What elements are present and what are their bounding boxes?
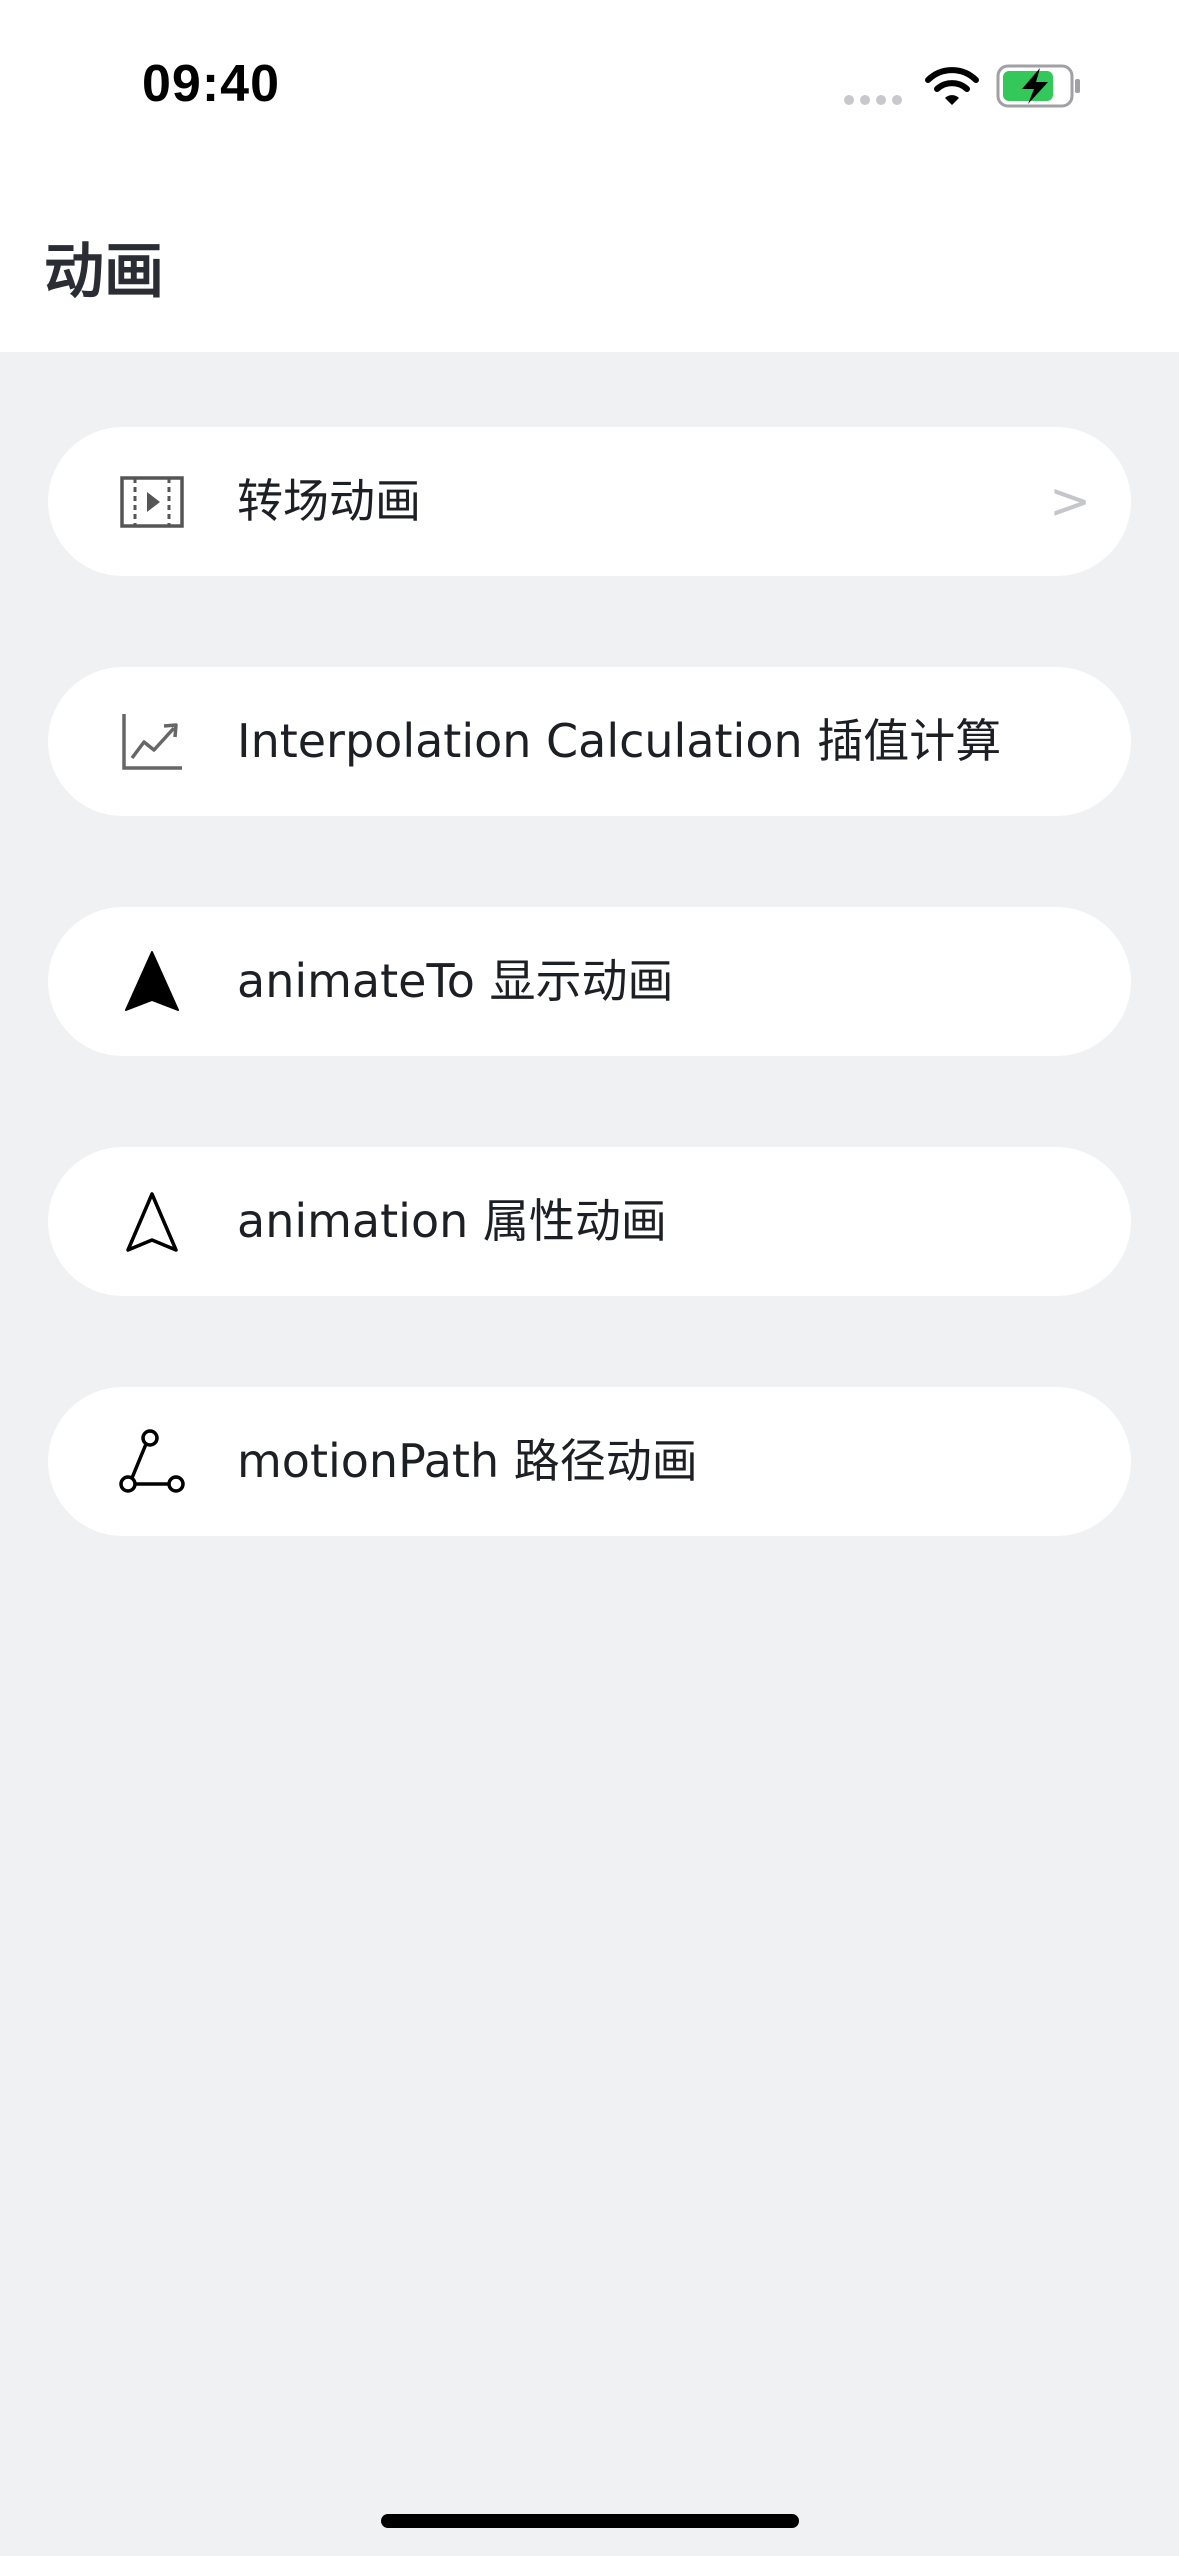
chevron-right-icon: > (1049, 472, 1091, 530)
menu-item-interpolation-calculation[interactable]: Interpolation Calculation 插值计算 (48, 667, 1131, 816)
status-bar: 09:40 (0, 0, 1179, 175)
home-indicator[interactable] (381, 2514, 799, 2528)
wifi-icon (925, 67, 979, 105)
cellular-signal-icon (844, 95, 902, 105)
menu-item-label: Interpolation Calculation 插值计算 (237, 714, 1002, 768)
animation-menu-list: 转场动画 > Interpolation Calculation 插值计算 an… (48, 427, 1131, 1627)
menu-item-property-animation[interactable]: animation 属性动画 (48, 1147, 1131, 1296)
menu-item-motion-path[interactable]: motionPath 路径动画 (48, 1387, 1131, 1536)
menu-item-label: animation 属性动画 (237, 1194, 667, 1248)
menu-item-label: animateTo 显示动画 (237, 954, 674, 1008)
navigation-arrow-outline-icon (126, 1192, 178, 1252)
nav-header: 动画 (0, 175, 1179, 352)
page-title: 动画 (44, 237, 164, 307)
film-play-icon (120, 476, 184, 528)
menu-item-animateto[interactable]: animateTo 显示动画 (48, 907, 1131, 1056)
line-chart-icon (122, 714, 182, 770)
battery-charging-icon (996, 64, 1080, 108)
menu-item-label: motionPath 路径动画 (237, 1434, 698, 1488)
status-time: 09:40 (142, 55, 280, 113)
menu-item-transition-animation[interactable]: 转场动画 > (48, 427, 1131, 576)
menu-item-label: 转场动画 (237, 474, 421, 528)
navigation-arrow-filled-icon (125, 951, 179, 1011)
path-nodes-icon (119, 1429, 185, 1493)
